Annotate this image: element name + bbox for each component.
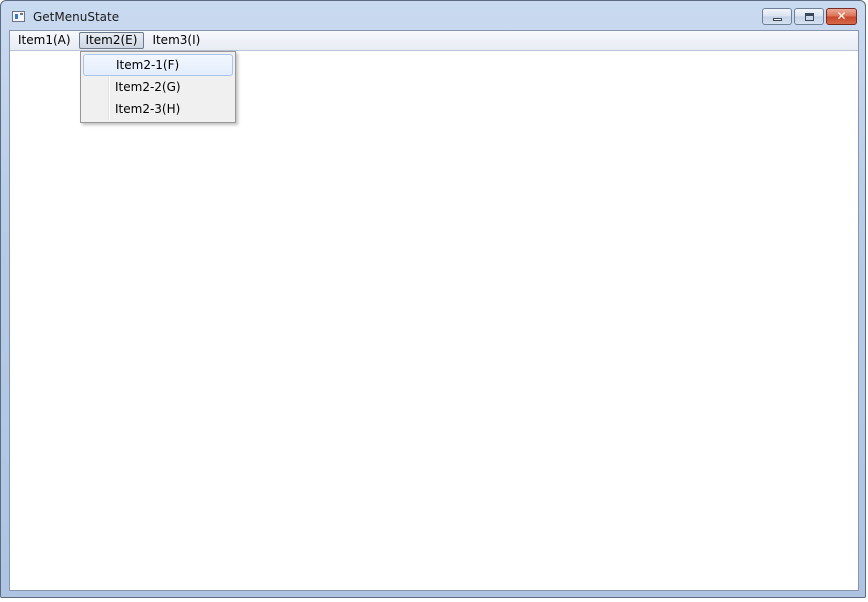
client-area: Item1(A) Item2(E) Item3(I) Item2-1(F) It… [9,30,859,591]
maximize-button[interactable] [794,8,824,25]
dropdown-item-2-1[interactable]: Item2-1(F) [83,54,233,76]
app-window: GetMenuState ✕ Item1(A) Item2(E) Item3(I… [0,0,866,598]
caption-buttons: ✕ [762,8,857,25]
menu-item1[interactable]: Item1(A) [12,32,77,49]
menu-item2[interactable]: Item2(E) [78,32,145,49]
menu-item3[interactable]: Item3(I) [146,32,206,49]
item2-dropdown-menu: Item2-1(F) Item2-2(G) Item2-3(H) [80,51,236,123]
minimize-button[interactable] [762,8,792,25]
dropdown-item-2-2[interactable]: Item2-2(G) [83,76,233,98]
dropdown-item-2-3[interactable]: Item2-3(H) [83,98,233,120]
title-bar[interactable]: GetMenuState ✕ [1,1,865,31]
close-button[interactable]: ✕ [826,8,857,25]
maximize-icon [805,13,814,21]
app-window-icon[interactable] [12,11,25,22]
menu-bar: Item1(A) Item2(E) Item3(I) [10,31,858,51]
close-icon: ✕ [836,9,847,23]
window-title: GetMenuState [33,10,120,24]
minimize-icon [773,18,782,21]
